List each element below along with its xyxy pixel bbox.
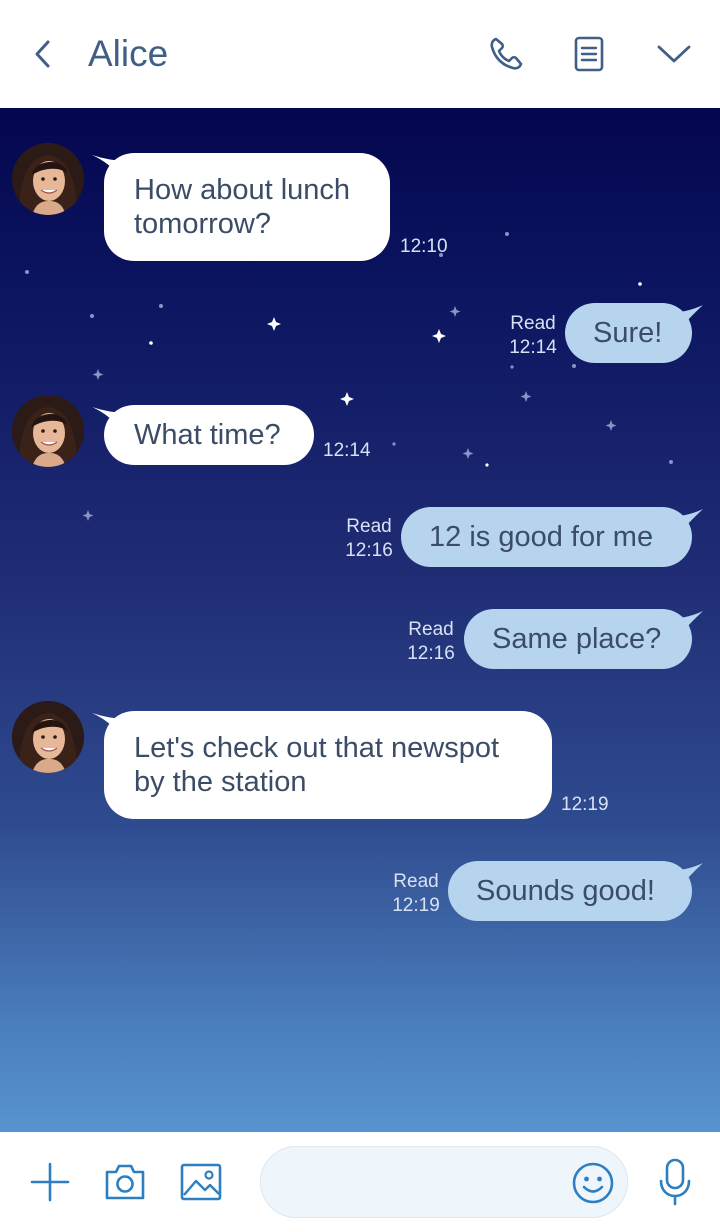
bubble-tail: [666, 863, 703, 887]
emoji-icon[interactable]: [570, 1160, 616, 1206]
message-status: Read 12:19: [389, 870, 443, 918]
message-time: 12:10: [400, 236, 448, 257]
alice-avatar[interactable]: [12, 701, 84, 773]
read-status: Read: [510, 313, 556, 334]
image-icon[interactable]: [177, 1158, 225, 1206]
chevron-down-icon[interactable]: [652, 32, 696, 76]
read-status: Read: [408, 619, 454, 640]
back-icon[interactable]: [22, 34, 62, 74]
chat-header: Alice: [0, 0, 720, 108]
message-status: Read 12:14: [506, 312, 560, 360]
bubble-tail: [666, 509, 703, 533]
chat-area[interactable]: How about lunch tomorrow? 12:10 Read 12:…: [0, 108, 720, 1132]
message-time: 12:16: [407, 643, 455, 664]
notes-icon[interactable]: [567, 32, 611, 76]
message-time: 12:14: [323, 440, 371, 461]
plus-icon[interactable]: [26, 1158, 74, 1206]
message-text: tomorrow?: [134, 208, 271, 240]
message-status: Read 12:16: [342, 515, 396, 563]
bubble-tail: [666, 305, 703, 329]
message-text: Let's check out that newspot: [134, 732, 500, 764]
message-time: 12:19: [561, 794, 609, 815]
camera-icon[interactable]: [101, 1158, 149, 1206]
message-status: Read 12:16: [404, 618, 458, 666]
message-bubble-incoming[interactable]: Let's check out that newspot by the stat…: [104, 711, 552, 819]
composer-bar: [0, 1132, 720, 1232]
message-bubble-outgoing[interactable]: Same place?: [464, 609, 692, 669]
read-status: Read: [346, 516, 392, 537]
phone-icon[interactable]: [484, 32, 528, 76]
alice-avatar[interactable]: [12, 395, 84, 467]
message-bubble-outgoing[interactable]: 12 is good for me: [401, 507, 692, 567]
alice-avatar[interactable]: [12, 143, 84, 215]
read-status: Read: [393, 871, 439, 892]
message-text: Same place?: [492, 623, 662, 655]
message-bubble-incoming[interactable]: How about lunch tomorrow?: [104, 153, 390, 261]
bubble-tail: [666, 611, 703, 635]
message-text: How about lunch: [134, 174, 351, 206]
microphone-icon[interactable]: [651, 1158, 699, 1206]
message-bubble-outgoing[interactable]: Sounds good!: [448, 861, 692, 921]
message-text: by the station: [134, 766, 307, 798]
contact-name: Alice: [88, 33, 169, 74]
message-time: 12:19: [392, 895, 440, 916]
message-text: Sure!: [593, 317, 663, 349]
message-time: 12:16: [345, 540, 393, 561]
message-text: Sounds good!: [476, 875, 655, 907]
message-text: What time?: [134, 419, 281, 451]
message-text: 12 is good for me: [429, 521, 654, 553]
message-time: 12:14: [509, 337, 557, 358]
message-bubble-incoming[interactable]: What time?: [104, 405, 314, 465]
